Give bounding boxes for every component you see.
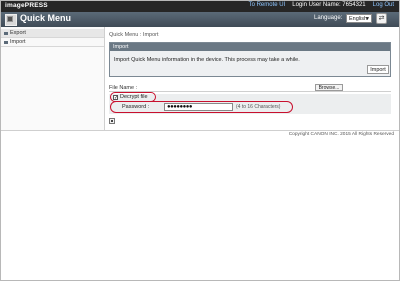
title-bar: Quick Menu Language: English ▼ ⇄ (1, 12, 399, 27)
quick-menu-icon (5, 14, 17, 26)
bullet-icon (4, 41, 8, 44)
import-description: Import Quick Menu information in the dev… (114, 57, 300, 63)
language-select[interactable]: English ▼ (346, 14, 372, 23)
file-name-field[interactable] (109, 84, 311, 91)
sidebar-item-label: Import (10, 39, 26, 45)
top-links: To Remote UI Login User Name: 7654321 Lo… (249, 2, 394, 8)
browse-button[interactable]: Browse... (315, 84, 343, 91)
refresh-icon: ⇄ (378, 15, 385, 22)
page-top-icon[interactable] (109, 118, 115, 124)
panel-title: Import (110, 43, 390, 51)
sidebar: Export Import (1, 27, 105, 130)
password-highlight (110, 101, 293, 113)
breadcrumb: Quick Menu : Import (109, 32, 159, 38)
copyright-text: Copyright CANON INC. 2015 All Rights Res… (288, 132, 394, 137)
top-bar: imagePRESS To Remote UI Login User Name:… (1, 1, 399, 12)
app-frame: imagePRESS To Remote UI Login User Name:… (0, 0, 400, 281)
chevron-down-icon: ▼ (365, 16, 370, 22)
language-label: Language: (314, 15, 343, 21)
logout-link[interactable]: Log Out (373, 2, 394, 8)
sidebar-item-export[interactable]: Export (1, 29, 104, 38)
bullet-icon (4, 32, 8, 35)
import-button[interactable]: Import (367, 65, 389, 74)
brand-name: imagePRESS (5, 2, 48, 9)
refresh-button[interactable]: ⇄ (376, 13, 387, 24)
login-user-name: Login User Name: 7654321 (292, 2, 366, 8)
remote-ui-link[interactable]: To Remote UI (249, 2, 286, 8)
import-panel: Import Import Quick Menu information in … (109, 42, 391, 77)
sidebar-item-label: Export (10, 30, 26, 36)
footer-divider (1, 130, 399, 131)
page-title: Quick Menu (20, 13, 72, 23)
sidebar-item-import[interactable]: Import (1, 38, 104, 47)
